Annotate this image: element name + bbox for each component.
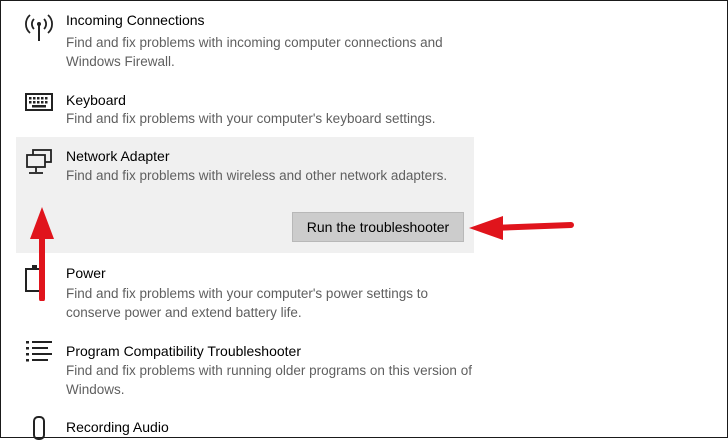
item-description: Find and fix problems with running older…: [66, 363, 472, 397]
network-icon: [24, 147, 54, 177]
item-title: Keyboard: [66, 92, 126, 108]
troubleshooter-item-recording-audio[interactable]: Recording Audio: [16, 411, 474, 440]
item-title: Program Compatibility Troubleshooter: [66, 343, 301, 359]
run-troubleshooter-button[interactable]: Run the troubleshooter: [292, 212, 464, 242]
troubleshooter-item-incoming-connections[interactable]: Incoming Connections Find and fix proble…: [16, 1, 474, 77]
item-title: Power: [66, 265, 106, 281]
item-title: Recording Audio: [66, 419, 169, 435]
troubleshooter-item-keyboard[interactable]: Keyboard Find and fix problems with your…: [16, 81, 474, 133]
microphone-icon: [24, 415, 54, 445]
troubleshooter-item-power[interactable]: Power Find and fix problems with your co…: [16, 257, 474, 327]
item-description: Find and fix problems with incoming comp…: [66, 35, 443, 69]
keyboard-icon: [24, 87, 54, 117]
item-description: Find and fix problems with your computer…: [66, 111, 436, 126]
item-description: Find and fix problems with wireless and …: [66, 168, 448, 183]
red-up-arrow-annotation: [30, 207, 54, 301]
item-title: Incoming Connections: [66, 12, 205, 28]
item-description: Find and fix problems with your computer…: [66, 286, 428, 320]
troubleshooter-item-program-compatibility[interactable]: Program Compatibility Troubleshooter Fin…: [16, 335, 474, 405]
red-left-arrow-annotation: [469, 216, 574, 240]
antenna-icon: [24, 11, 54, 41]
item-title: Network Adapter: [66, 148, 170, 164]
list-icon: [24, 337, 54, 367]
